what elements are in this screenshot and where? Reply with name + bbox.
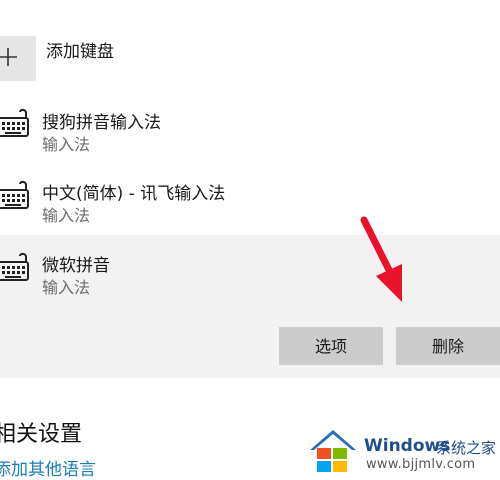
keyboard-name: 中文(简体) - 讯飞输入法 — [42, 184, 226, 204]
keyboard-type: 输入法 — [42, 206, 91, 225]
options-button[interactable]: 选项 — [279, 327, 383, 365]
remove-button[interactable]: 删除 — [396, 327, 500, 365]
windows-logo-icon — [310, 430, 356, 472]
related-settings-heading: 相关设置 — [0, 422, 83, 447]
plus-icon — [0, 48, 17, 66]
add-keyboard-label: 添加键盘 — [46, 42, 114, 62]
keyboard-icon — [0, 180, 29, 209]
watermark-suffix: 系统之家 — [436, 439, 497, 457]
keyboard-type: 输入法 — [42, 278, 91, 297]
keyboard-name: 搜狗拼音输入法 — [42, 113, 161, 133]
add-language-link[interactable]: 添加其他语言 — [0, 455, 96, 480]
watermark-url: www.bjjmlv.com — [366, 457, 476, 472]
keyboard-type: 输入法 — [42, 135, 91, 154]
keyboard-icon — [0, 252, 29, 281]
add-keyboard-button[interactable] — [0, 36, 36, 81]
keyboard-name: 微软拼音 — [42, 256, 110, 276]
keyboard-icon — [0, 108, 29, 137]
red-arrow-icon — [360, 216, 402, 302]
